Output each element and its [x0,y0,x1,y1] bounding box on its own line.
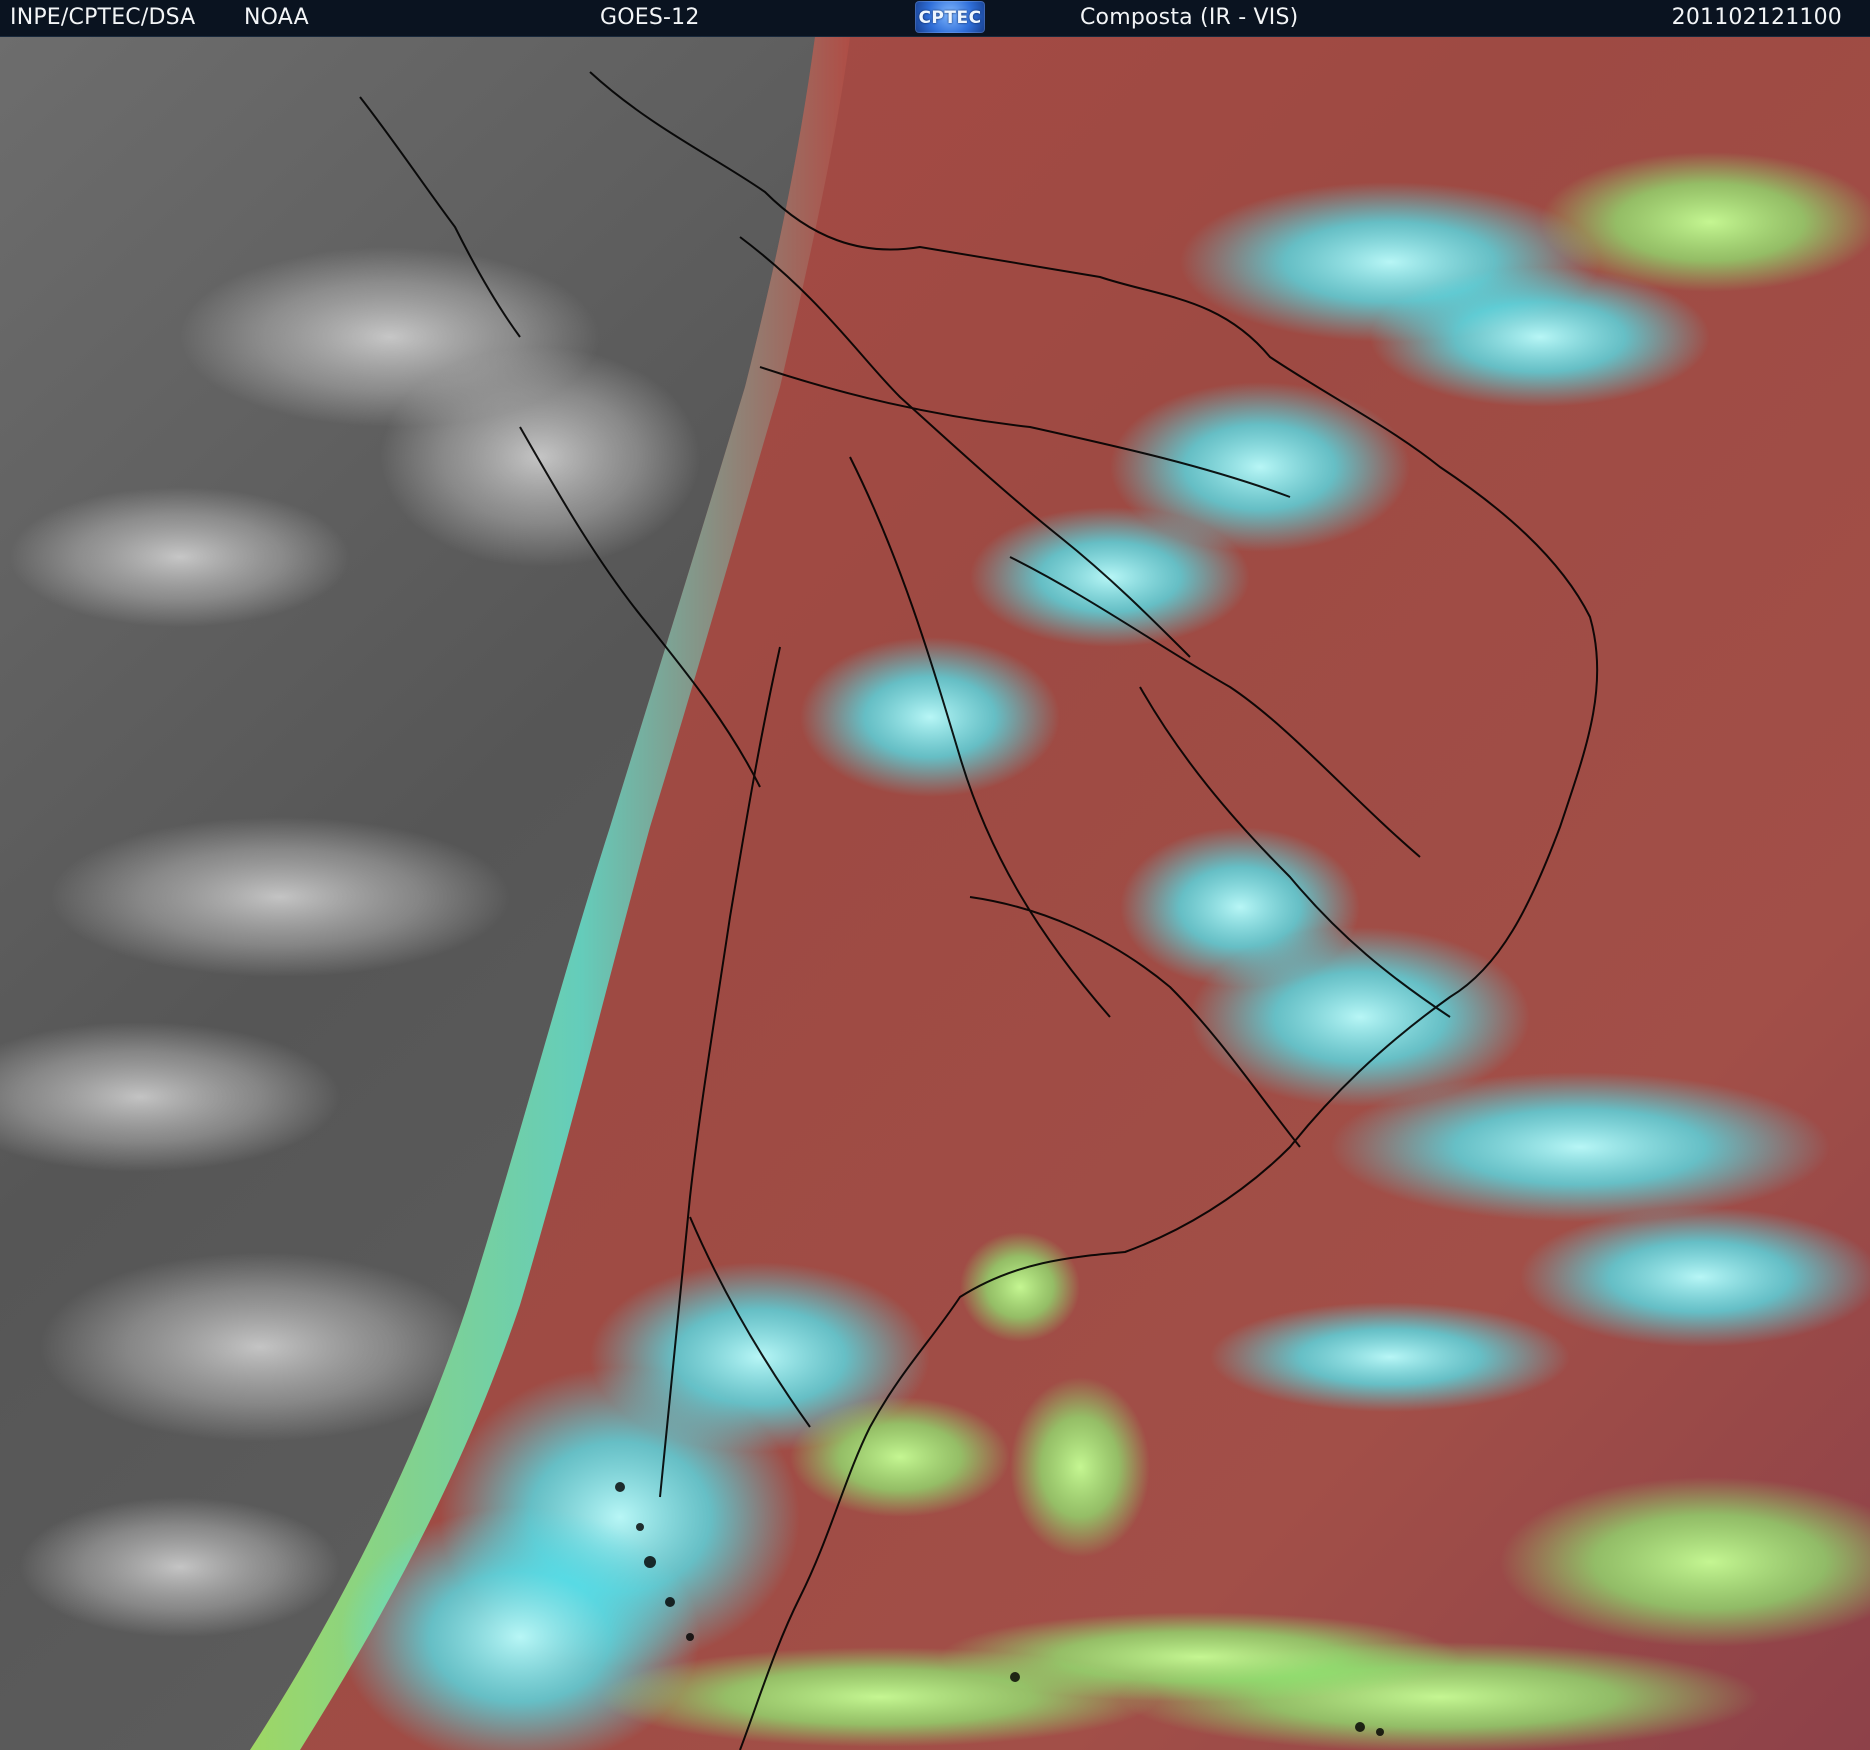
product-label: Composta (IR - VIS) [1080,5,1299,30]
cptec-logo-icon: CPTEC [915,1,985,33]
agency-label: INPE/CPTEC/DSA [10,5,196,30]
satellite-image-frame: INPE/CPTEC/DSA NOAA GOES-12 CPTEC Compos… [0,0,1870,1750]
timestamp-label: 201102121100 [1671,5,1842,30]
satellite-label: GOES-12 [600,5,700,30]
noaa-label: NOAA [244,5,309,30]
logo-text: CPTEC [918,8,982,28]
satellite-composite-image [0,37,1870,1750]
image-header: INPE/CPTEC/DSA NOAA GOES-12 CPTEC Compos… [0,0,1870,37]
composite-svg [0,37,1870,1750]
